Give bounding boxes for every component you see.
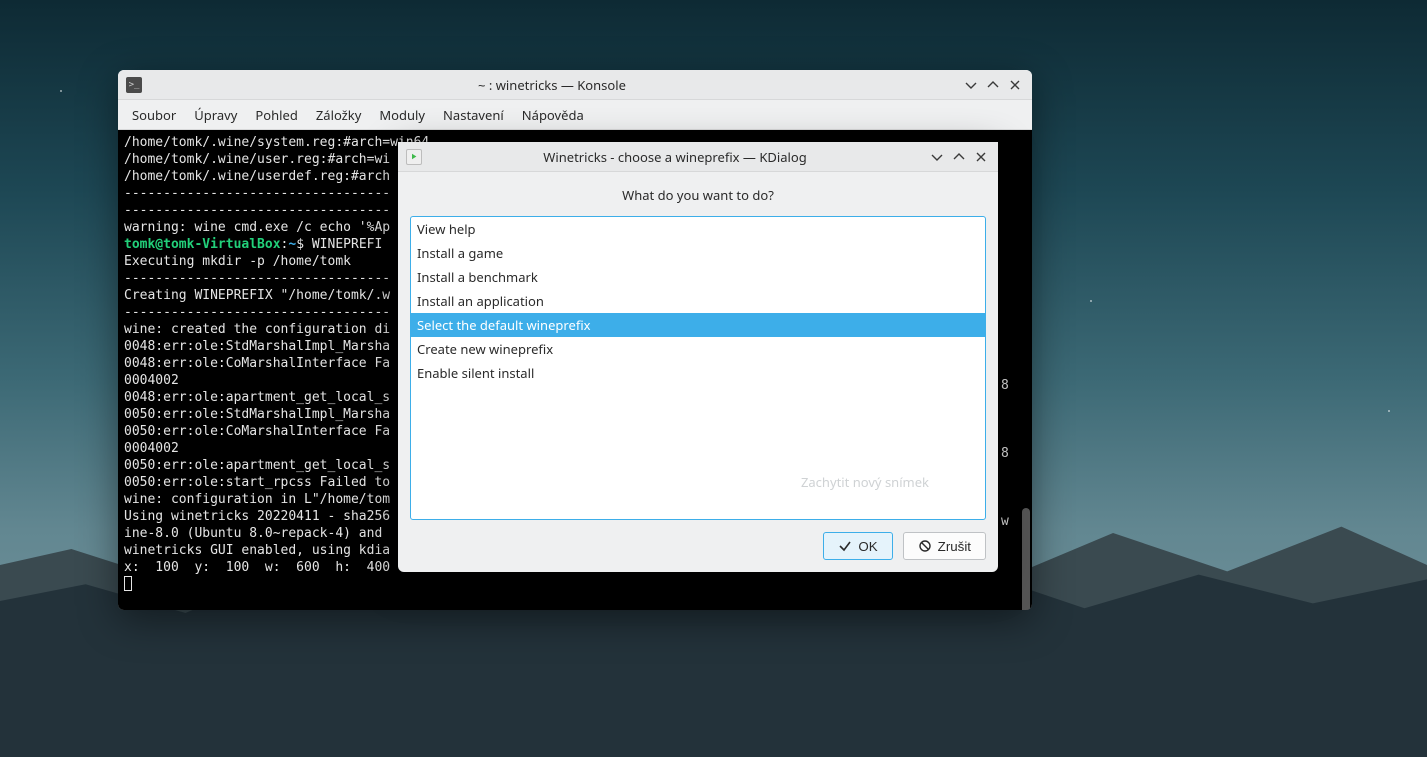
menu-upravy[interactable]: Úpravy [194, 106, 237, 124]
minimize-button[interactable] [964, 78, 978, 92]
cancel-button[interactable]: Zrušit [903, 532, 986, 560]
ghost-capture-text: Zachytit nový snímek [801, 473, 929, 491]
list-item[interactable]: Select the default wineprefix [411, 313, 985, 337]
cancel-label: Zrušit [938, 539, 971, 554]
desktop-wallpaper: ~ : winetricks — Konsole Soubor Úpravy P… [0, 0, 1427, 757]
wineprefix-listbox[interactable]: View helpInstall a gameInstall a benchma… [410, 216, 986, 520]
cancel-icon [918, 539, 932, 553]
ok-button[interactable]: OK [823, 532, 892, 560]
menu-soubor[interactable]: Soubor [132, 106, 176, 124]
kdialog-titlebar[interactable]: Winetricks - choose a wineprefix — KDial… [398, 142, 998, 172]
terminal-scrollbar[interactable] [1022, 508, 1030, 610]
menu-zalozky[interactable]: Záložky [316, 106, 362, 124]
konsole-title: ~ : winetricks — Konsole [150, 76, 954, 94]
kdialog-window: Winetricks - choose a wineprefix — KDial… [398, 142, 998, 572]
maximize-button[interactable] [952, 150, 966, 164]
menu-pohled[interactable]: Pohled [255, 106, 297, 124]
check-icon [838, 539, 852, 553]
list-item[interactable]: Create new wineprefix [411, 337, 985, 361]
list-item[interactable]: Install a game [411, 241, 985, 265]
konsole-titlebar[interactable]: ~ : winetricks — Konsole [118, 70, 1032, 100]
close-button[interactable] [1008, 78, 1022, 92]
dialog-question: What do you want to do? [410, 186, 986, 204]
menu-nastaveni[interactable]: Nastavení [443, 106, 504, 124]
close-button[interactable] [974, 150, 988, 164]
maximize-button[interactable] [986, 78, 1000, 92]
media-play-icon [406, 149, 422, 165]
list-item[interactable]: Install a benchmark [411, 265, 985, 289]
terminal-icon [126, 77, 142, 93]
list-item[interactable]: View help [411, 217, 985, 241]
list-item[interactable]: Enable silent install [411, 361, 985, 385]
list-item[interactable]: Install an application [411, 289, 985, 313]
konsole-menubar: Soubor Úpravy Pohled Záložky Moduly Nast… [118, 100, 1032, 130]
menu-napoveda[interactable]: Nápověda [522, 106, 584, 124]
minimize-button[interactable] [930, 150, 944, 164]
menu-moduly[interactable]: Moduly [379, 106, 425, 124]
ok-label: OK [858, 539, 877, 554]
kdialog-title: Winetricks - choose a wineprefix — KDial… [430, 148, 920, 166]
